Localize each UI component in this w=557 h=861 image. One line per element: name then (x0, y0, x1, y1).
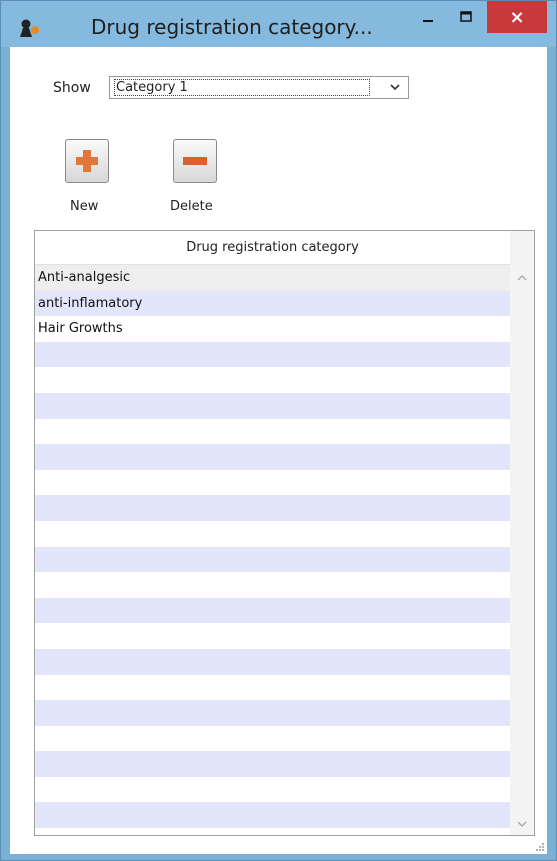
window-title: Drug registration category... (91, 15, 373, 39)
show-label: Show (53, 80, 91, 96)
maximize-button[interactable] (449, 1, 483, 33)
minimize-button[interactable] (411, 1, 445, 33)
table-row[interactable]: Hair Growths (35, 316, 510, 342)
table-row[interactable]: Anti-analgesic (35, 265, 510, 291)
scroll-up-arrow-icon[interactable] (517, 275, 527, 281)
category-select[interactable]: Category 1 (109, 76, 409, 99)
minimize-icon (423, 20, 433, 22)
table-row[interactable] (35, 648, 510, 675)
drug-registration-category-window: Drug registration category... × Show Cat… (0, 0, 557, 861)
column-header[interactable]: Drug registration category (35, 231, 510, 265)
table-row[interactable] (35, 418, 510, 445)
table-row[interactable] (35, 469, 510, 496)
window-content: Show Category 1 New Delete Drug registra… (10, 47, 547, 854)
delete-button[interactable] (173, 139, 217, 183)
category-select-value: Category 1 (114, 79, 370, 96)
title-bar[interactable]: Drug registration category... × (1, 1, 556, 47)
table-row[interactable] (35, 392, 510, 419)
close-icon: × (509, 6, 525, 28)
table-row[interactable]: anti-inflamatory (35, 290, 510, 317)
table-row[interactable] (35, 341, 510, 368)
table-row[interactable] (35, 597, 510, 624)
category-table[interactable]: Drug registration category Anti-analgesi… (34, 230, 535, 836)
chevron-down-icon (390, 84, 400, 91)
app-icon (20, 19, 39, 37)
close-button[interactable]: × (487, 1, 547, 33)
vertical-scrollbar[interactable] (510, 231, 534, 835)
table-row[interactable] (35, 802, 510, 829)
table-row[interactable] (35, 776, 510, 803)
table-row[interactable] (35, 572, 510, 598)
maximize-icon (460, 11, 472, 22)
table-rows: Anti-analgesic anti-inflamatory Hair Growt… (35, 265, 510, 829)
delete-button-label[interactable]: Delete (170, 199, 213, 214)
new-button-label[interactable]: New (70, 199, 98, 214)
table-row[interactable] (35, 674, 510, 701)
table-row[interactable] (35, 367, 510, 393)
table-row[interactable] (35, 444, 510, 470)
table-row[interactable] (35, 623, 510, 649)
table-row[interactable] (35, 751, 510, 777)
table-row[interactable] (35, 700, 510, 726)
table-row[interactable] (35, 546, 510, 573)
new-button[interactable] (65, 139, 109, 183)
scroll-down-arrow-icon[interactable] (517, 821, 527, 827)
resize-grip-icon[interactable] (535, 842, 545, 852)
table-row[interactable] (35, 725, 510, 752)
table-row[interactable] (35, 520, 510, 547)
table-row[interactable] (35, 495, 510, 521)
